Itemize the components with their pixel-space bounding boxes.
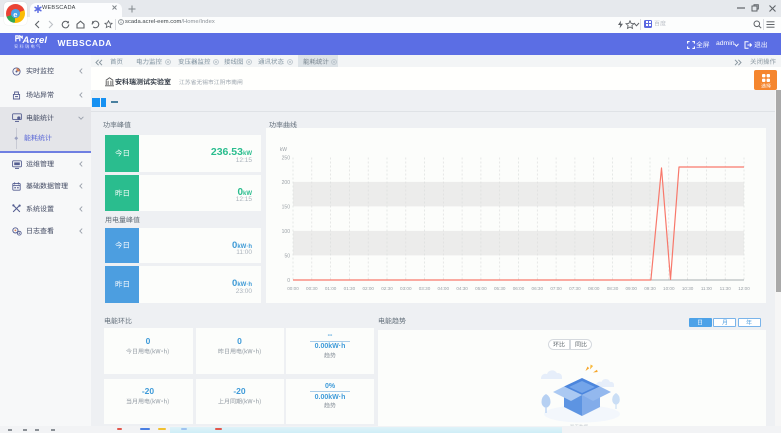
svg-text:08:00: 08:00 (588, 286, 600, 291)
svg-text:03:00: 03:00 (400, 286, 412, 291)
svg-text:kW: kW (280, 147, 288, 153)
svg-text:02:30: 02:30 (381, 286, 393, 291)
svg-text:0: 0 (287, 278, 290, 284)
svg-text:200: 200 (282, 180, 291, 186)
svg-text:08:30: 08:30 (607, 286, 619, 291)
svg-text:10:00: 10:00 (663, 286, 675, 291)
svg-text:02:00: 02:00 (362, 286, 374, 291)
svg-text:12:00: 12:00 (738, 286, 750, 291)
svg-text:00:00: 00:00 (287, 286, 299, 291)
svg-text:07:00: 07:00 (550, 286, 562, 291)
svg-text:01:00: 01:00 (325, 286, 337, 291)
svg-text:04:30: 04:30 (456, 286, 468, 291)
svg-text:11:30: 11:30 (720, 286, 732, 291)
svg-text:05:30: 05:30 (494, 286, 506, 291)
svg-text:09:30: 09:30 (644, 286, 656, 291)
svg-text:11:00: 11:00 (701, 286, 713, 291)
svg-text:10:30: 10:30 (682, 286, 694, 291)
svg-text:50: 50 (284, 253, 290, 259)
svg-text:150: 150 (282, 204, 291, 210)
svg-text:01:30: 01:30 (344, 286, 356, 291)
svg-text:09:00: 09:00 (625, 286, 637, 291)
svg-text:06:30: 06:30 (532, 286, 544, 291)
svg-text:03:30: 03:30 (419, 286, 431, 291)
svg-text:04:00: 04:00 (438, 286, 450, 291)
svg-text:100: 100 (282, 229, 291, 235)
svg-text:05:00: 05:00 (475, 286, 487, 291)
svg-text:00:30: 00:30 (306, 286, 318, 291)
svg-text:250: 250 (282, 155, 291, 161)
svg-text:06:00: 06:00 (513, 286, 525, 291)
svg-text:07:30: 07:30 (569, 286, 581, 291)
